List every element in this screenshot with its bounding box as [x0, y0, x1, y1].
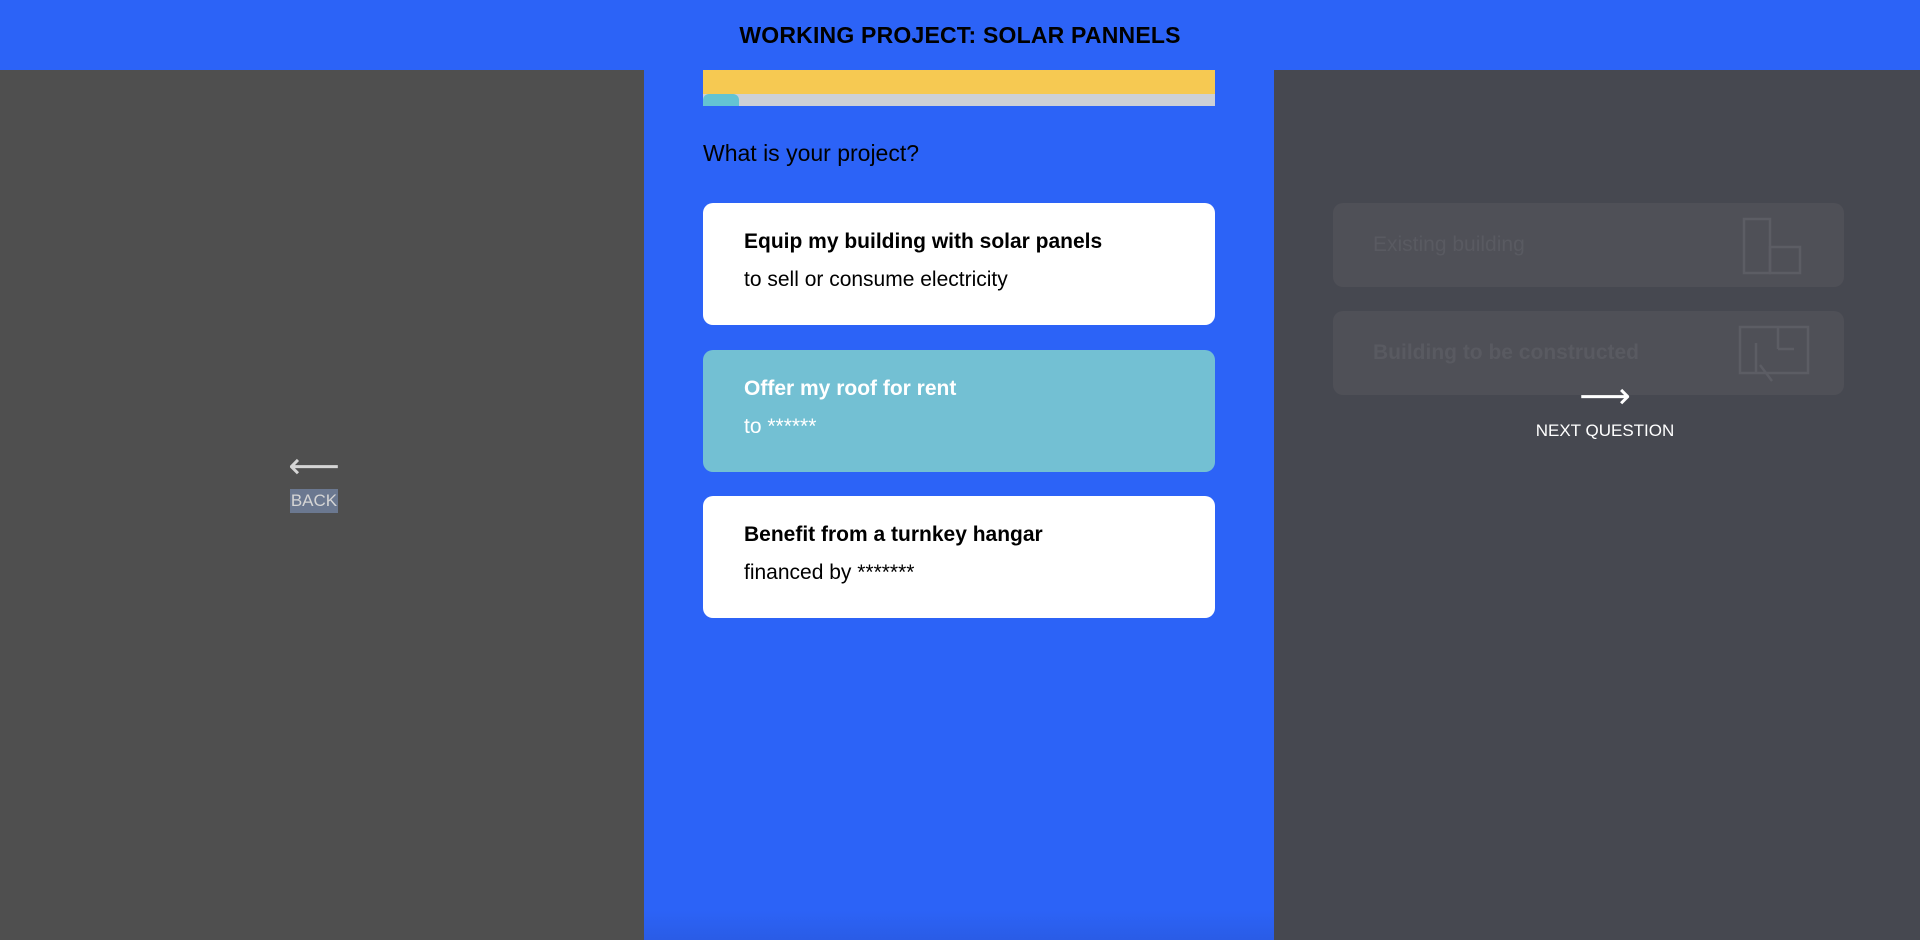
building-icon	[1742, 217, 1802, 275]
next-question-label: NEXT QUESTION	[1535, 421, 1675, 440]
progress-fill	[703, 94, 739, 106]
option-equip-building[interactable]: Equip my building with solar panels to s…	[703, 203, 1215, 325]
bottom-shade	[644, 910, 1274, 940]
option-subtitle: to sell or consume electricity	[744, 268, 1008, 291]
option-title: Offer my roof for rent	[744, 377, 957, 400]
top-bar: WORKING PROJECT: SOLAR PANNELS	[0, 0, 1920, 70]
next-option-label: Existing building	[1373, 233, 1525, 256]
question-card: What is your project? Equip my building …	[644, 70, 1274, 940]
option-title: Equip my building with solar panels	[744, 230, 1103, 253]
progress-track	[703, 94, 1215, 106]
option-subtitle: financed by *******	[744, 561, 915, 584]
next-option-existing-building: Existing building	[1333, 203, 1844, 287]
arrow-right-icon: ⟶	[1579, 376, 1631, 417]
progress-header-strip	[703, 70, 1215, 94]
next-option-label: Building to be constructed	[1373, 341, 1639, 364]
question-text: What is your project?	[703, 140, 920, 166]
back-label: BACK	[289, 489, 339, 513]
progress-bar	[703, 70, 1215, 106]
option-subtitle: to ******	[744, 415, 817, 438]
option-title: Benefit from a turnkey hangar	[744, 523, 1043, 546]
page-title: WORKING PROJECT: SOLAR PANNELS	[739, 21, 1181, 48]
next-question-button[interactable]: ⟶ NEXT QUESTION	[1530, 377, 1680, 441]
back-button[interactable]: ⟵ BACK	[288, 447, 340, 513]
arrow-left-icon: ⟵	[288, 446, 340, 487]
next-question-panel	[1274, 70, 1920, 940]
blueprint-icon	[1738, 325, 1810, 382]
option-turnkey-hangar[interactable]: Benefit from a turnkey hangar financed b…	[703, 496, 1215, 618]
option-rent-roof[interactable]: Offer my roof for rent to ******	[703, 350, 1215, 472]
previous-question-panel: ⟵ BACK	[0, 70, 644, 940]
